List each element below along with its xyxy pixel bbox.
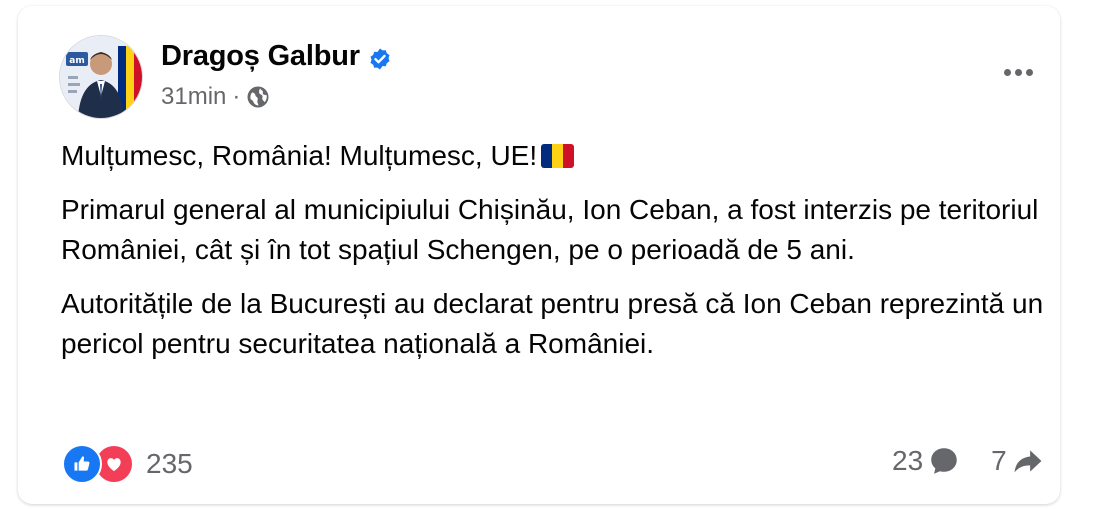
author-name[interactable]: Dragoș Galbur: [161, 40, 360, 73]
author-avatar[interactable]: am: [60, 36, 142, 118]
post-paragraph-text: Mulțumesc, România! Mulțumesc, UE!: [61, 140, 538, 171]
more-options-button[interactable]: [990, 52, 1046, 92]
reactions-count[interactable]: 235: [146, 448, 193, 480]
post-meta: 31min ·: [161, 83, 270, 111]
post-paragraph: Mulțumesc, România! Mulțumesc, UE!: [61, 136, 1061, 176]
globe-icon[interactable]: [246, 85, 270, 109]
post-time[interactable]: 31min: [161, 83, 226, 111]
more-dot-icon: [1014, 68, 1022, 76]
comment-icon: [931, 448, 957, 474]
post-card: am Dragoș Galbur 31min · Mulțumesc, Româ…: [18, 6, 1060, 504]
post-paragraph: Autoritățile de la București au declarat…: [61, 288, 1044, 359]
post-paragraph: Primarul general al municipiului Chișină…: [61, 194, 1039, 265]
svg-text:am: am: [69, 56, 84, 66]
share-icon: [1014, 450, 1042, 473]
more-dot-icon: [1003, 68, 1011, 76]
more-dot-icon: [1025, 68, 1033, 76]
author-name-row: Dragoș Galbur: [161, 40, 392, 73]
like-icon: [62, 444, 102, 484]
comments-stat[interactable]: 23: [892, 444, 961, 478]
post-body: Mulțumesc, România! Mulțumesc, UE! Prima…: [61, 136, 1061, 378]
avatar-photo: am: [60, 36, 142, 118]
verified-badge-icon: [368, 46, 392, 70]
comments-count: 23: [892, 445, 924, 476]
post-stats: 23 7: [892, 444, 1045, 478]
romania-flag-icon: [541, 144, 575, 168]
reactions-summary[interactable]: 235: [62, 444, 193, 484]
meta-separator: ·: [232, 83, 241, 110]
shares-stat[interactable]: 7: [991, 444, 1045, 478]
shares-count: 7: [991, 445, 1007, 476]
